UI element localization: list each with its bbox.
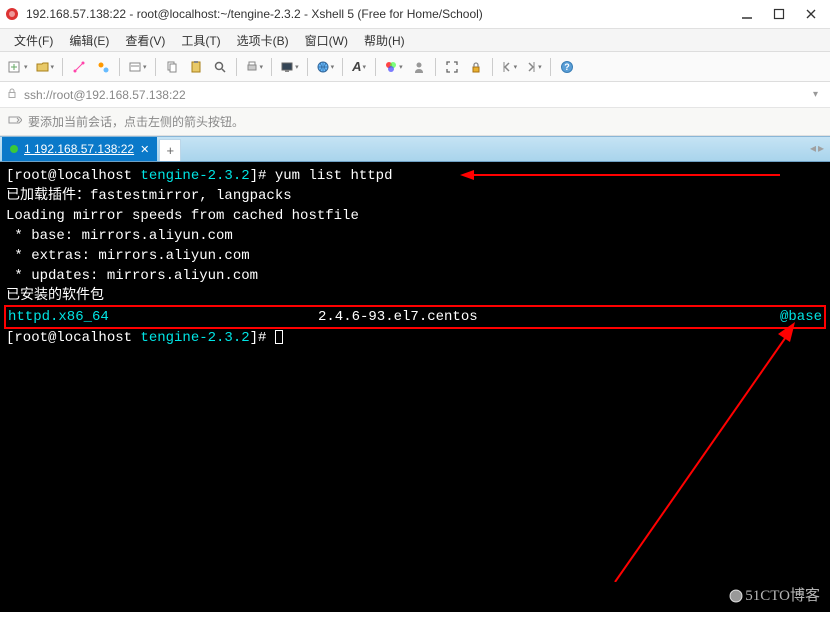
tab-add-button[interactable]: + — [159, 139, 181, 161]
new-session-button[interactable]: ▾ — [4, 56, 31, 78]
connection-status-icon — [10, 145, 18, 153]
open-button[interactable]: ▾ — [33, 56, 58, 78]
screen-button[interactable]: ▾ — [277, 56, 302, 78]
separator — [62, 58, 63, 76]
menu-tabs[interactable]: 选项卡(B) — [229, 30, 297, 51]
tabstrip: 1 192.168.57.138:22 ✕ + ◂ ▸ — [0, 136, 830, 162]
toolbar: ▾ ▾ ▾ ▾ ▾ ▾ A▾ ▾ ▾ ▾ ? — [0, 52, 830, 82]
watermark: 51CTO博客 — [729, 586, 820, 606]
svg-text:?: ? — [564, 62, 570, 72]
highlighted-output: httpd.x86_642.4.6-93.el7.centos@base — [4, 305, 826, 329]
watermark-icon — [729, 589, 743, 603]
next-button[interactable]: ▾ — [522, 56, 545, 78]
globe-button[interactable]: ▾ — [313, 56, 338, 78]
menubar: 文件(F) 编辑(E) 查看(V) 工具(T) 选项卡(B) 窗口(W) 帮助(… — [0, 28, 830, 52]
maximize-button[interactable] — [772, 7, 786, 21]
terminal-line: * extras: mirrors.aliyun.com — [6, 246, 824, 266]
properties-button[interactable]: ▾ — [125, 56, 150, 78]
terminal[interactable]: [root@localhost tengine-2.3.2]# yum list… — [0, 162, 830, 612]
tab-session-1[interactable]: 1 192.168.57.138:22 ✕ — [2, 137, 157, 161]
address-text: ssh://root@192.168.57.138:22 — [24, 88, 186, 102]
terminal-line: [root@localhost tengine-2.3.2]# — [6, 328, 824, 348]
separator — [119, 58, 120, 76]
separator — [435, 58, 436, 76]
window-controls — [740, 7, 826, 21]
separator — [236, 58, 237, 76]
terminal-line: 已安装的软件包 — [6, 286, 824, 306]
minimize-button[interactable] — [740, 7, 754, 21]
prev-button[interactable]: ▾ — [498, 56, 521, 78]
menu-help[interactable]: 帮助(H) — [356, 30, 413, 51]
terminal-line: * base: mirrors.aliyun.com — [6, 226, 824, 246]
tab-nav: ◂ ▸ — [810, 141, 824, 155]
separator — [550, 58, 551, 76]
paste-button[interactable] — [185, 56, 207, 78]
cursor — [275, 330, 283, 344]
font-button[interactable]: A▾ — [348, 56, 370, 78]
tab-close-button[interactable]: ✕ — [140, 143, 149, 156]
address-dropdown[interactable]: ▾ — [813, 89, 824, 100]
separator — [307, 58, 308, 76]
infobar: 要添加当前会话，点击左侧的箭头按钮。 — [0, 108, 830, 136]
separator — [342, 58, 343, 76]
print-button[interactable]: ▾ — [242, 56, 267, 78]
tab-label: 1 192.168.57.138:22 — [24, 142, 134, 156]
lock-icon — [6, 87, 18, 102]
help-button[interactable]: ? — [556, 56, 578, 78]
titlebar: 192.168.57.138:22 - root@localhost:~/ten… — [0, 0, 830, 28]
disconnect-button[interactable] — [92, 56, 114, 78]
terminal-line: [root@localhost tengine-2.3.2]# yum list… — [6, 166, 824, 186]
menu-view[interactable]: 查看(V) — [117, 30, 173, 51]
menu-file[interactable]: 文件(F) — [6, 30, 61, 51]
separator — [271, 58, 272, 76]
tab-prev-icon[interactable]: ◂ — [810, 141, 816, 155]
separator — [492, 58, 493, 76]
tab-next-icon[interactable]: ▸ — [818, 141, 824, 155]
terminal-line: * updates: mirrors.aliyun.com — [6, 266, 824, 286]
info-text: 要添加当前会话，点击左侧的箭头按钮。 — [28, 113, 244, 130]
color-button[interactable]: ▾ — [381, 56, 406, 78]
separator — [375, 58, 376, 76]
info-icon — [8, 113, 22, 130]
menu-tools[interactable]: 工具(T) — [173, 30, 228, 51]
app-icon — [4, 6, 20, 22]
addressbar[interactable]: ssh://root@192.168.57.138:22 ▾ — [0, 82, 830, 108]
find-button[interactable] — [209, 56, 231, 78]
reconnect-button[interactable] — [68, 56, 90, 78]
copy-button[interactable] — [161, 56, 183, 78]
window-title: 192.168.57.138:22 - root@localhost:~/ten… — [26, 7, 740, 21]
menu-window[interactable]: 窗口(W) — [297, 30, 356, 51]
lock-button[interactable] — [465, 56, 487, 78]
menu-edit[interactable]: 编辑(E) — [61, 30, 117, 51]
user-button[interactable] — [408, 56, 430, 78]
separator — [155, 58, 156, 76]
annotation-arrow-2 — [550, 322, 800, 582]
close-button[interactable] — [804, 7, 818, 21]
fullscreen-button[interactable] — [441, 56, 463, 78]
terminal-line: 已加载插件：fastestmirror, langpacks — [6, 186, 824, 206]
terminal-line: Loading mirror speeds from cached hostfi… — [6, 206, 824, 226]
